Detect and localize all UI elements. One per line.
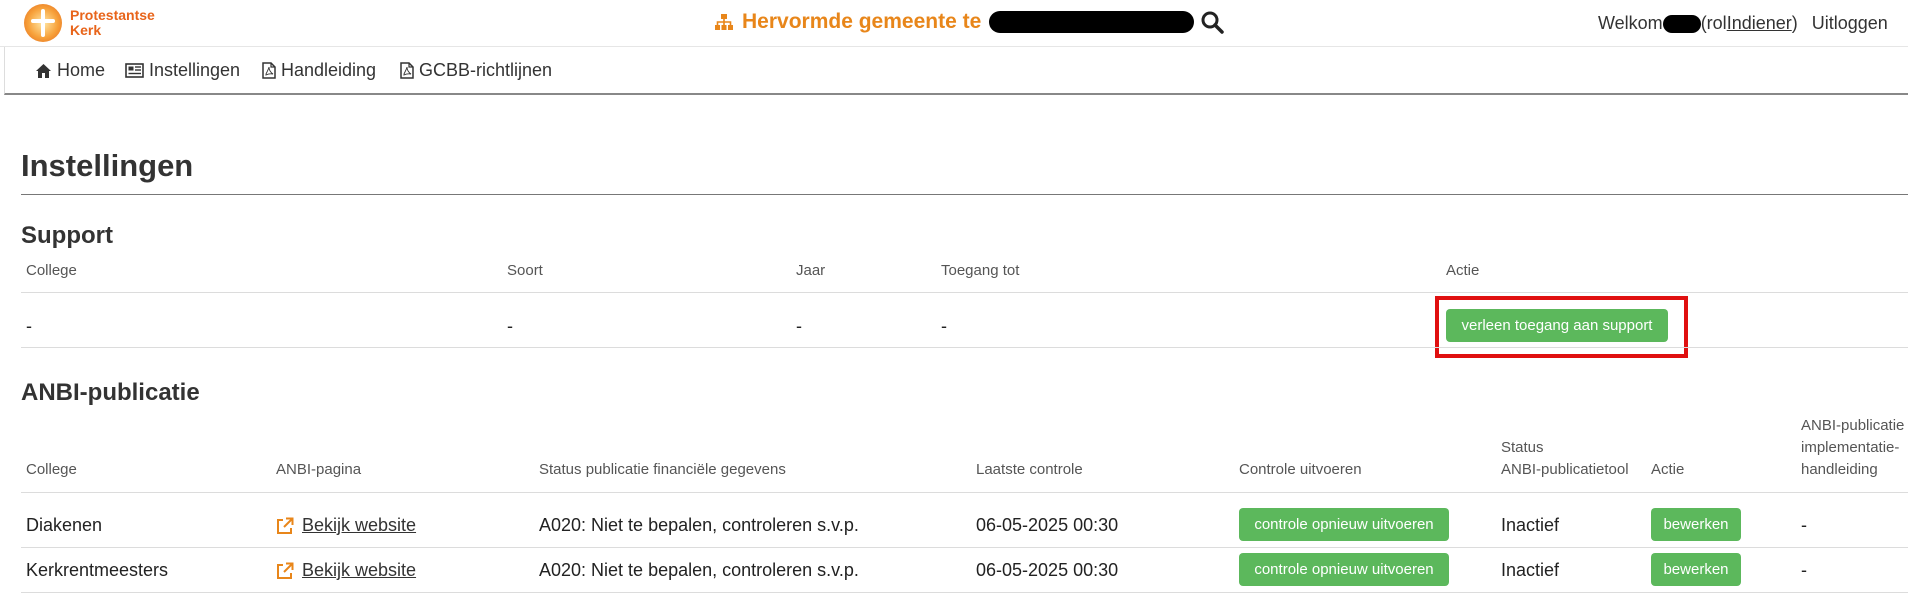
table-divider bbox=[21, 592, 1908, 593]
nav-manual[interactable]: Handleiding bbox=[262, 60, 376, 81]
anbi-row-date: 06-05-2025 00:30 bbox=[976, 515, 1119, 535]
page-title: Instellingen bbox=[21, 148, 194, 183]
edit-button[interactable]: bewerken bbox=[1651, 508, 1741, 541]
top-bar: Protestantse Kerk Hervormde gemeente te … bbox=[0, 0, 1908, 47]
support-section-title: Support bbox=[21, 222, 113, 249]
external-link-icon bbox=[277, 562, 294, 579]
welcome-text: Welkom bbox=[1598, 13, 1663, 33]
nav-settings[interactable]: Instellingen bbox=[125, 60, 240, 81]
view-website-label: Bekijk website bbox=[302, 515, 417, 535]
rerun-check-button[interactable]: controle opnieuw uitvoeren bbox=[1239, 553, 1449, 586]
logo[interactable]: Protestantse Kerk bbox=[24, 4, 155, 42]
anbi-row-college: Kerkrentmeesters bbox=[26, 560, 169, 580]
support-cell-access: - bbox=[941, 316, 947, 336]
nav-manual-label: Handleiding bbox=[281, 60, 377, 80]
anbi-header-guide-2: implementatie- bbox=[1801, 439, 1900, 456]
anbi-header-action: Actie bbox=[1651, 461, 1685, 478]
anbi-header-status-tool: Status bbox=[1501, 439, 1544, 456]
logo-line-1: Protestantse bbox=[70, 7, 155, 23]
support-cell-college: - bbox=[26, 316, 32, 336]
anbi-section-title: ANBI-publicatie bbox=[21, 379, 200, 406]
role-prefix: (rol bbox=[1700, 13, 1727, 33]
anbi-row-tool-status: Inactief bbox=[1501, 560, 1560, 580]
nav-home-label: Home bbox=[57, 60, 106, 80]
anbi-header-college: College bbox=[26, 461, 77, 478]
anbi-header-run-check: Controle uitvoeren bbox=[1239, 461, 1362, 478]
user-welcome: Welkom (rol Indiener ) Uitloggen bbox=[1598, 13, 1888, 34]
support-header-type: Soort bbox=[507, 262, 543, 279]
title-divider bbox=[21, 194, 1908, 195]
view-website-link[interactable]: Bekijk website bbox=[276, 560, 416, 581]
table-divider bbox=[21, 492, 1908, 493]
support-cell-year: - bbox=[796, 316, 802, 336]
view-website-label: Bekijk website bbox=[302, 560, 417, 580]
anbi-row-status: A020: Niet te bepalen, controleren s.v.p… bbox=[539, 560, 859, 580]
role-link[interactable]: Indiener bbox=[1727, 13, 1792, 34]
anbi-row-date: 06-05-2025 00:30 bbox=[976, 560, 1119, 580]
support-header-year: Jaar bbox=[796, 262, 826, 279]
church-logo-icon bbox=[24, 4, 62, 42]
nav-home[interactable]: Home bbox=[35, 60, 105, 81]
sitemap-icon bbox=[715, 14, 733, 30]
support-header-action: Actie bbox=[1446, 262, 1480, 279]
role-suffix: ) bbox=[1791, 13, 1798, 33]
redacted-congregation-name bbox=[989, 11, 1195, 33]
anbi-row-tool-status: Inactief bbox=[1501, 515, 1560, 535]
home-icon bbox=[36, 63, 51, 78]
congregation-name: Hervormde gemeente te bbox=[742, 10, 982, 33]
anbi-header-status-tool-2: ANBI-publicatietool bbox=[1501, 461, 1629, 478]
pdf-file-icon bbox=[400, 62, 414, 79]
redacted-user-name bbox=[1662, 14, 1701, 33]
edit-button[interactable]: bewerken bbox=[1651, 553, 1741, 586]
anbi-row-status: A020: Niet te bepalen, controleren s.v.p… bbox=[539, 515, 859, 535]
nav-settings-label: Instellingen bbox=[149, 60, 241, 80]
rerun-check-button[interactable]: controle opnieuw uitvoeren bbox=[1239, 508, 1449, 541]
newspaper-icon bbox=[125, 63, 144, 78]
anbi-header-status-fin: Status publicatie financiële gegevens bbox=[539, 461, 786, 478]
anbi-header-guide-3: handleiding bbox=[1801, 461, 1878, 478]
anbi-row-college: Diakenen bbox=[26, 515, 103, 535]
table-divider bbox=[21, 347, 1908, 348]
search-icon[interactable] bbox=[1200, 10, 1225, 34]
support-header-access: Toegang tot bbox=[941, 262, 1020, 279]
table-divider bbox=[21, 547, 1908, 548]
table-divider bbox=[21, 292, 1908, 293]
anbi-header-page: ANBI-pagina bbox=[276, 461, 362, 478]
anbi-row-guide: - bbox=[1801, 560, 1807, 580]
logout-link[interactable]: Uitloggen bbox=[1812, 13, 1888, 34]
congregation-title: Hervormde gemeente te bbox=[714, 10, 1225, 34]
pdf-file-icon bbox=[262, 62, 276, 79]
anbi-header-guide: ANBI-publicatie bbox=[1801, 417, 1905, 434]
highlight-box bbox=[1435, 296, 1688, 358]
view-website-link[interactable]: Bekijk website bbox=[276, 515, 416, 536]
support-cell-type: - bbox=[507, 316, 513, 336]
nav-gcbb[interactable]: GCBB-richtlijnen bbox=[400, 60, 552, 81]
logo-line-2: Kerk bbox=[70, 22, 102, 38]
nav-gcbb-label: GCBB-richtlijnen bbox=[419, 60, 553, 80]
support-header-college: College bbox=[26, 262, 77, 279]
anbi-header-last-check: Laatste controle bbox=[976, 461, 1083, 478]
anbi-row-guide: - bbox=[1801, 515, 1807, 535]
external-link-icon bbox=[277, 517, 294, 534]
main-nav: Home Instellingen Handleiding GCBB-richt… bbox=[4, 47, 1908, 95]
